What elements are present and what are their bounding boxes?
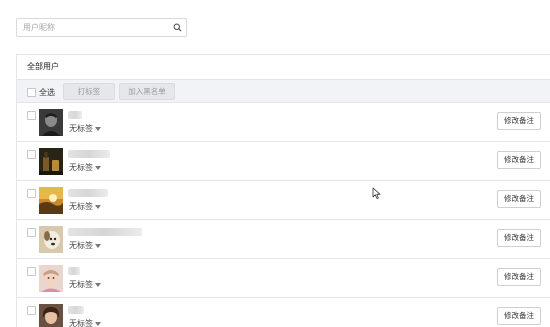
user-row: 无标签 修改备注	[17, 298, 550, 327]
avatar[interactable]	[39, 109, 63, 136]
avatar[interactable]	[39, 148, 63, 175]
chevron-down-icon	[95, 165, 101, 170]
chevron-down-icon	[95, 282, 101, 287]
tag-label: 无标签	[69, 163, 93, 172]
edit-remark-button[interactable]: 修改备注	[497, 307, 541, 325]
select-all-checkbox[interactable]	[27, 88, 36, 97]
edit-remark-button[interactable]: 修改备注	[497, 112, 541, 130]
user-row: 无标签 修改备注	[17, 142, 550, 181]
user-list: 无标签 修改备注 无标签 修改备注 无标签 修改备注 无标签 修改备注 无标签 …	[17, 103, 550, 327]
edit-remark-button[interactable]: 修改备注	[497, 229, 541, 247]
tag-dropdown[interactable]: 无标签	[69, 318, 101, 327]
tag-label: 无标签	[69, 124, 93, 133]
user-checkbox[interactable]	[27, 228, 36, 237]
mouse-cursor-icon	[372, 187, 381, 199]
avatar[interactable]	[39, 265, 63, 292]
add-to-blacklist-button[interactable]: 加入黑名单	[119, 83, 175, 100]
user-row: 无标签 修改备注	[17, 181, 550, 220]
user-checkbox[interactable]	[27, 189, 36, 198]
avatar[interactable]	[39, 187, 63, 214]
user-checkbox[interactable]	[27, 306, 36, 315]
chevron-down-icon	[95, 243, 101, 248]
tag-dropdown[interactable]: 无标签	[69, 201, 101, 212]
select-all-label: 全选	[39, 88, 55, 97]
tag-label: 无标签	[69, 202, 93, 211]
search-input[interactable]	[17, 19, 168, 36]
search-box[interactable]	[16, 18, 187, 37]
edit-remark-button[interactable]: 修改备注	[497, 190, 541, 208]
user-checkbox[interactable]	[27, 150, 36, 159]
chevron-down-icon	[95, 321, 101, 326]
tag-dropdown[interactable]: 无标签	[69, 240, 101, 251]
nickname-blurred	[68, 111, 82, 119]
panel-title: 全部用户	[27, 62, 59, 71]
toolbar: 全选 打标签 加入黑名单	[17, 79, 550, 103]
user-panel: 全部用户 全选 打标签 加入黑名单 无标签 修改备注 无标签 修改备注 无标签 …	[16, 54, 550, 327]
chevron-down-icon	[95, 204, 101, 209]
tag-label: 无标签	[69, 319, 93, 327]
chevron-down-icon	[95, 126, 101, 131]
tag-label: 无标签	[69, 241, 93, 250]
edit-remark-button[interactable]: 修改备注	[497, 151, 541, 169]
tag-button[interactable]: 打标签	[63, 83, 115, 100]
search-button[interactable]	[168, 19, 186, 36]
select-all[interactable]: 全选	[27, 87, 55, 98]
nickname-blurred	[68, 228, 142, 236]
nickname-blurred	[68, 150, 110, 158]
nickname-blurred	[68, 189, 108, 197]
tag-label: 无标签	[69, 280, 93, 289]
user-row: 无标签 修改备注	[17, 259, 550, 298]
avatar[interactable]	[39, 226, 63, 253]
user-row: 无标签 修改备注	[17, 103, 550, 142]
user-checkbox[interactable]	[27, 111, 36, 120]
nickname-blurred	[68, 306, 84, 314]
tag-dropdown[interactable]: 无标签	[69, 279, 101, 290]
user-row: 无标签 修改备注	[17, 220, 550, 259]
edit-remark-button[interactable]: 修改备注	[497, 268, 541, 286]
tag-dropdown[interactable]: 无标签	[69, 162, 101, 173]
tag-dropdown[interactable]: 无标签	[69, 123, 101, 134]
nickname-blurred	[68, 267, 80, 275]
user-checkbox[interactable]	[27, 267, 36, 276]
avatar[interactable]	[39, 304, 63, 327]
search-icon	[173, 23, 182, 32]
